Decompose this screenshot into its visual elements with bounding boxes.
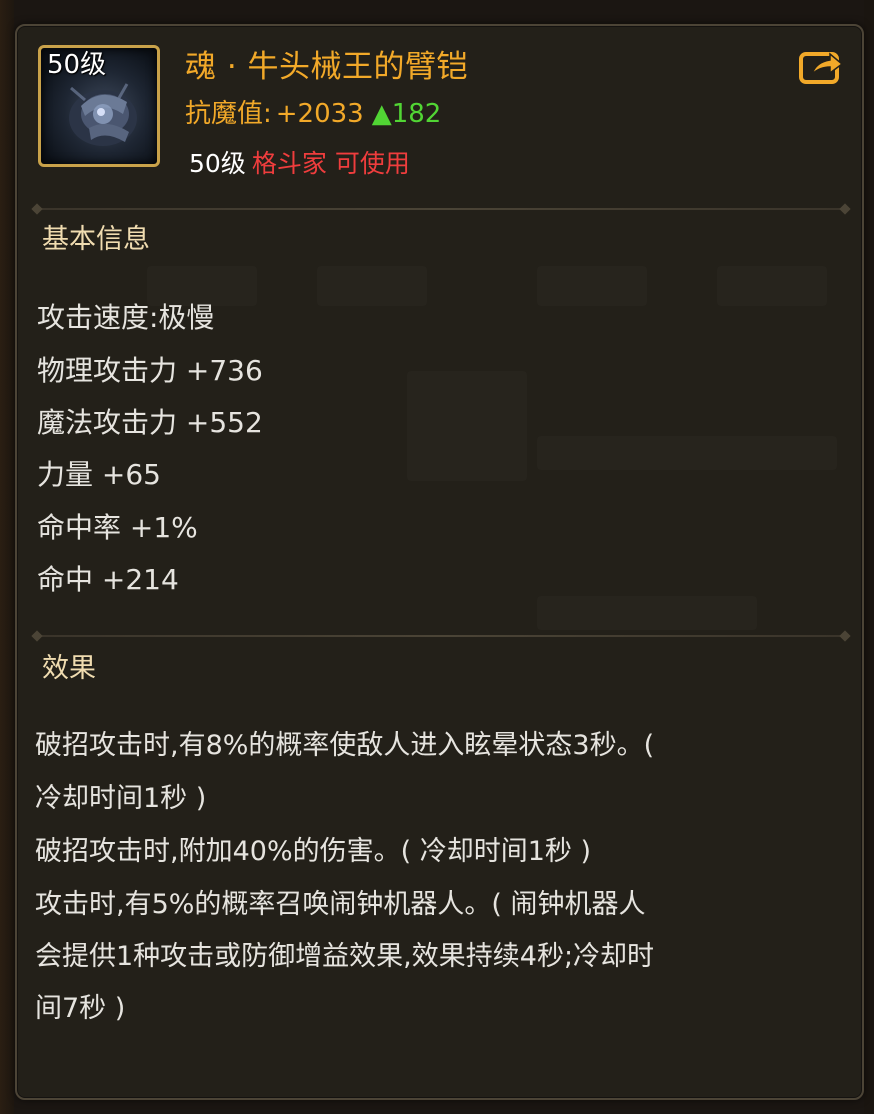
effects-title: 效果 xyxy=(42,653,96,684)
effect-line: 会提供1种攻击或防御增益效果,效果持续4秒;冷却时 xyxy=(35,941,655,972)
effect-line: 破招攻击时,附加40%的伤害。( 冷却时间1秒 ) xyxy=(35,836,592,867)
background-left-edge xyxy=(0,0,14,1114)
anti-magic-label: 抗魔值: xyxy=(185,99,272,129)
stat-hit-rate: 命中率 +1% xyxy=(37,511,198,544)
background-ghost-element xyxy=(537,436,837,470)
stat-hit: 命中 +214 xyxy=(37,563,179,596)
background-ghost-element xyxy=(537,596,757,630)
usable-status: 可使用 xyxy=(334,149,410,178)
item-name: 魂 · 牛头械王的臂铠 xyxy=(185,49,469,85)
basic-info-title: 基本信息 xyxy=(42,224,150,255)
stat-magic-attack: 魔法攻击力 +552 xyxy=(37,406,263,439)
section-divider xyxy=(31,630,851,642)
background-ghost-element xyxy=(717,266,827,306)
effect-line: 冷却时间1秒 ) xyxy=(35,783,207,814)
share-export-icon[interactable] xyxy=(798,46,846,86)
effect-line: 攻击时,有5%的概率召唤闹钟机器人。( 闹钟机器人 xyxy=(35,889,646,920)
stat-physical-attack: 物理攻击力 +736 xyxy=(37,354,263,387)
item-level-badge: 50级 xyxy=(47,50,107,80)
anti-magic-increase: ▲182 xyxy=(371,99,442,129)
background-right-edge xyxy=(864,0,874,1114)
background-ghost-element xyxy=(537,266,647,306)
item-tooltip-panel: 50级 魂 · 牛头械王的臂铠 抗魔值: +2033 ▲182 50级 格斗家 可使用 … xyxy=(15,24,864,1100)
background-ghost-element xyxy=(317,266,427,306)
armguard-item-icon: 50级 xyxy=(38,45,160,167)
anti-magic-value: +2033 xyxy=(275,99,364,129)
requirement-row: 50级 格斗家 可使用 xyxy=(189,146,410,182)
stat-strength: 力量 +65 xyxy=(37,458,161,491)
background-ghost-element xyxy=(407,371,527,481)
effect-line: 间7秒 ) xyxy=(35,993,126,1024)
stat-attack-speed: 攻击速度:极慢 xyxy=(37,301,215,334)
section-divider xyxy=(31,203,851,215)
required-level: 50级 xyxy=(189,149,246,178)
effect-line: 破招攻击时,有8%的概率使敌人进入眩晕状态3秒。( xyxy=(35,730,655,761)
required-class: 格斗家 xyxy=(251,149,327,178)
anti-magic-row: 抗魔值: +2033 ▲182 xyxy=(185,96,441,132)
